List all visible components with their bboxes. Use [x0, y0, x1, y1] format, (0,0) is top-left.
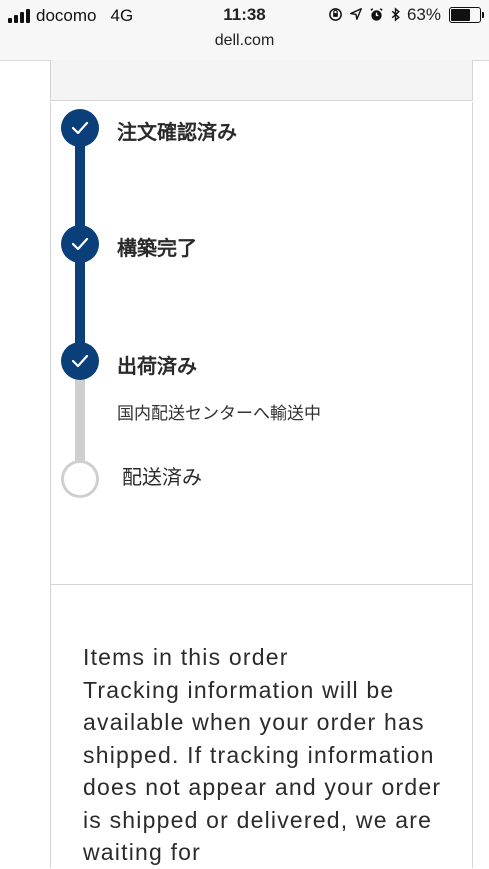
step-3-check-icon	[61, 342, 99, 380]
battery-percent: 63%	[406, 5, 441, 24]
address-bar-url[interactable]: dell.com	[0, 32, 489, 50]
step-3-label: 出荷済み	[117, 354, 197, 378]
carrier-name: docomo	[36, 6, 97, 25]
tracking-info-text: Tracking information will be available w…	[83, 676, 442, 866]
battery-icon	[449, 7, 484, 23]
alarm-icon	[369, 7, 384, 24]
status-left: docomo 4G	[8, 6, 133, 26]
bluetooth-icon	[390, 6, 401, 24]
step-2-check-icon	[61, 225, 99, 263]
step-1-label: 注文確認済み	[117, 120, 237, 144]
step-3-detail: 国内配送センターへ輸送中	[117, 404, 321, 424]
step-1-check-icon	[61, 109, 99, 147]
order-status-card	[50, 102, 473, 585]
status-right: 63%	[328, 5, 484, 25]
step-4-pending-circle-icon	[61, 460, 99, 498]
card-header-strip	[50, 60, 473, 101]
signal-icon	[8, 9, 30, 23]
network-type: 4G	[110, 6, 134, 25]
status-bar: docomo 4G 11:38 63% dell.com	[0, 0, 489, 61]
step-4-label: 配送済み	[122, 465, 202, 489]
step-2-label: 構築完了	[117, 236, 197, 260]
location-arrow-icon	[349, 7, 363, 23]
items-section: Items in this order Tracking information…	[83, 641, 443, 869]
orientation-lock-icon	[328, 7, 343, 24]
items-title: Items in this order	[83, 644, 289, 670]
